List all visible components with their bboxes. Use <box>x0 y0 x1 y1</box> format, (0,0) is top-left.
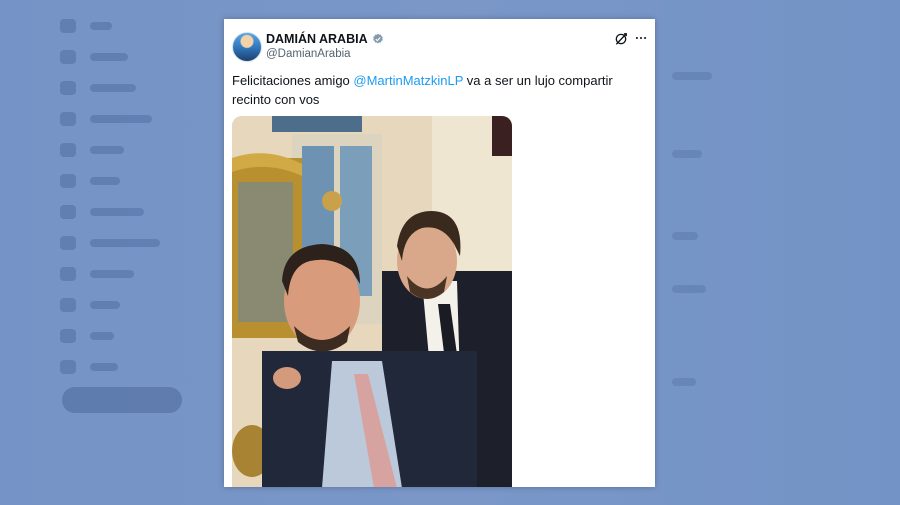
photo-illustration <box>232 116 512 487</box>
tweet-text: Felicitaciones amigo @MartinMatzkinLP va… <box>232 71 642 109</box>
blurred-nav-icon <box>60 173 76 188</box>
blurred-nav-icon <box>60 142 76 157</box>
blurred-nav-text <box>90 207 144 216</box>
more-options-icon[interactable] <box>634 31 648 45</box>
blurred-nav-item <box>60 351 200 382</box>
grok-icon[interactable] <box>614 32 628 46</box>
blurred-right-text <box>672 285 706 293</box>
blurred-nav-icon <box>60 235 76 250</box>
mention-link[interactable]: @MartinMatzkinLP <box>353 73 463 88</box>
blurred-nav-item <box>60 165 200 196</box>
blurred-nav-item <box>60 41 200 72</box>
blurred-sidebar-nav <box>60 10 200 382</box>
blurred-nav-icon <box>60 18 76 33</box>
tweet-text-before: Felicitaciones amigo <box>232 73 354 88</box>
blurred-nav-item <box>60 196 200 227</box>
blurred-right-text <box>672 72 712 80</box>
blurred-nav-item <box>60 258 200 289</box>
blurred-nav-text <box>90 362 118 371</box>
tweet-photo[interactable] <box>232 116 512 487</box>
blurred-nav-icon <box>60 266 76 281</box>
blurred-nav-icon <box>60 80 76 95</box>
blurred-nav-item <box>60 72 200 103</box>
blurred-nav-text <box>90 114 152 123</box>
blurred-nav-icon <box>60 328 76 343</box>
blurred-nav-text <box>90 52 128 61</box>
blurred-nav-icon <box>60 49 76 64</box>
blurred-nav-text <box>90 331 114 340</box>
blurred-nav-icon <box>60 111 76 126</box>
blurred-right-text <box>672 150 702 158</box>
blurred-nav-item <box>60 289 200 320</box>
blurred-nav-text <box>90 21 112 30</box>
blurred-right-text <box>672 232 698 240</box>
blurred-nav-icon <box>60 297 76 312</box>
blurred-nav-text <box>90 176 120 185</box>
blurred-nav-text <box>90 145 124 154</box>
blurred-nav-text <box>90 238 160 247</box>
avatar[interactable] <box>232 32 262 62</box>
blurred-nav-item <box>60 227 200 258</box>
blurred-nav-text <box>90 300 120 309</box>
blurred-right-text <box>672 378 696 386</box>
blurred-nav-text <box>90 83 136 92</box>
blurred-nav-icon <box>60 204 76 219</box>
display-name[interactable]: DAMIÁN ARABIA <box>266 32 368 46</box>
blurred-nav-item <box>60 103 200 134</box>
display-name-row[interactable]: DAMIÁN ARABIA <box>266 32 384 46</box>
user-handle[interactable]: @DamianArabia <box>266 48 351 60</box>
blurred-nav-text <box>90 269 134 278</box>
blurred-nav-item <box>60 10 200 41</box>
tweet-card[interactable]: DAMIÁN ARABIA @DamianArabia Felicitacion… <box>224 19 655 487</box>
blurred-nav-item <box>60 134 200 165</box>
blurred-post-button <box>62 387 182 413</box>
blurred-nav-item <box>60 320 200 351</box>
verified-badge-icon <box>372 33 384 45</box>
blurred-nav-icon <box>60 359 76 374</box>
